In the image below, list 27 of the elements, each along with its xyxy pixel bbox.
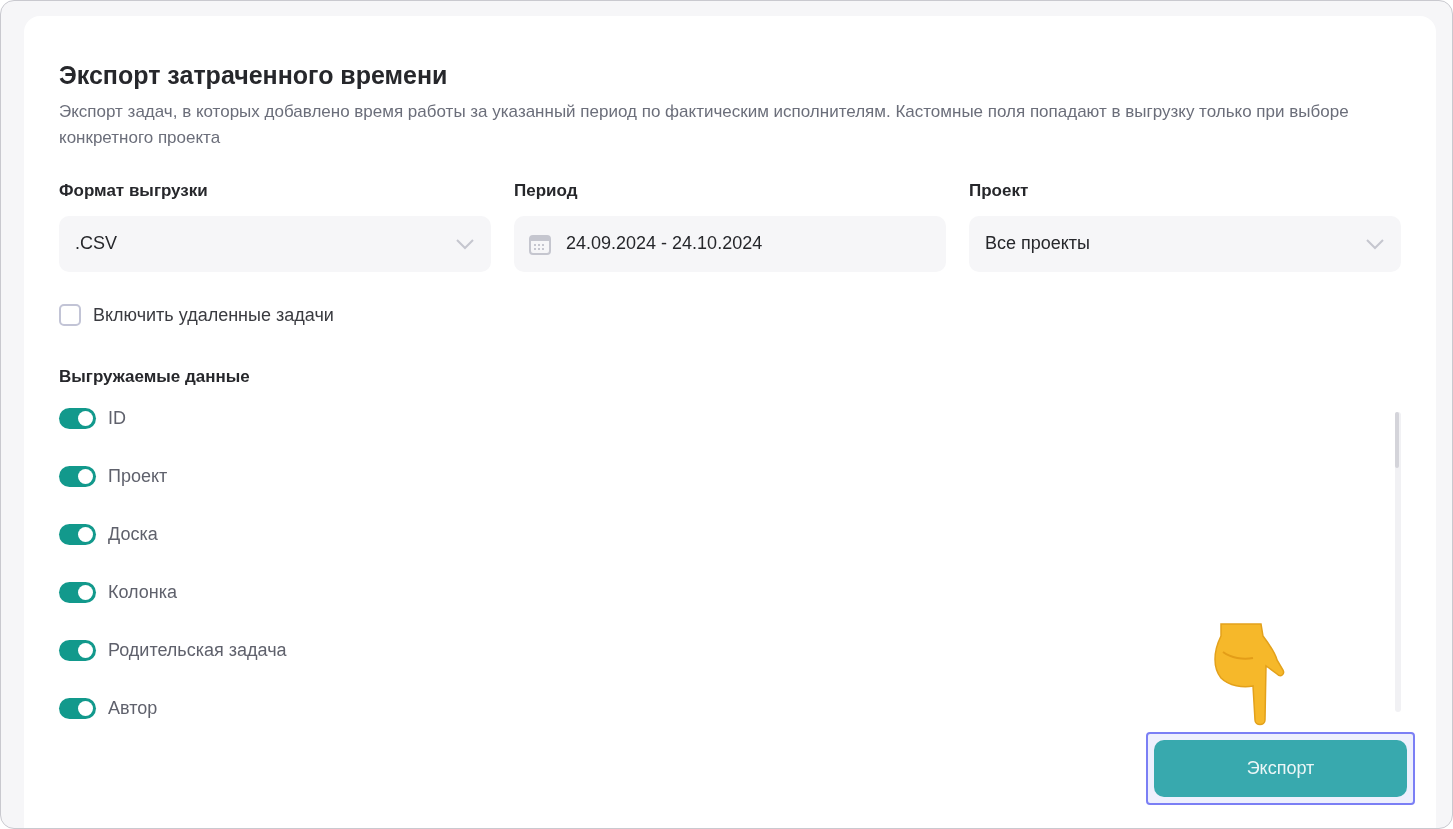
toggle-label: ID — [108, 407, 126, 430]
chevron-down-icon — [455, 237, 475, 250]
toggle-switch[interactable] — [59, 640, 96, 661]
field-label: Период — [514, 180, 578, 202]
pointing-hand-icon — [1213, 622, 1287, 726]
toggle-label: Родительская задача — [108, 639, 287, 662]
toggle-switch[interactable] — [59, 698, 96, 719]
description-text: Экспорт задач, в которых добавлено время работы за указанный период по фактическим исполнителям. Кастомные поля попадают в выгрузку только при выборе конкретного проекта — [59, 101, 1350, 149]
chevron-down-icon — [1365, 237, 1385, 250]
field-label: Формат выгрузки — [59, 180, 208, 202]
toggle-label: Колонка — [108, 581, 178, 604]
toggle-label: Автор — [108, 697, 158, 720]
date-range-field[interactable]: 24.09.2024 - 24.10.2024 — [514, 215, 946, 272]
toggle-switch[interactable] — [59, 582, 96, 603]
scrollbar[interactable] — [1395, 412, 1401, 712]
toggle-switch[interactable] — [59, 524, 96, 545]
toggle-switch[interactable] — [59, 466, 96, 487]
dialog-title: Экспорт затраченного времени — [59, 60, 448, 90]
select-field[interactable]: .CSV — [59, 215, 491, 272]
select-field[interactable]: Все проекты — [969, 215, 1401, 272]
field-label: Проект — [969, 180, 1029, 202]
checkbox-label: Включить удаленные задачи — [93, 303, 334, 327]
toggle-label: Проект — [108, 465, 168, 488]
toggle-label: Доска — [108, 523, 158, 546]
checkbox[interactable] — [59, 304, 81, 326]
toggle-switch[interactable] — [59, 408, 96, 429]
section-title: Выгружаемые данные — [59, 365, 250, 388]
